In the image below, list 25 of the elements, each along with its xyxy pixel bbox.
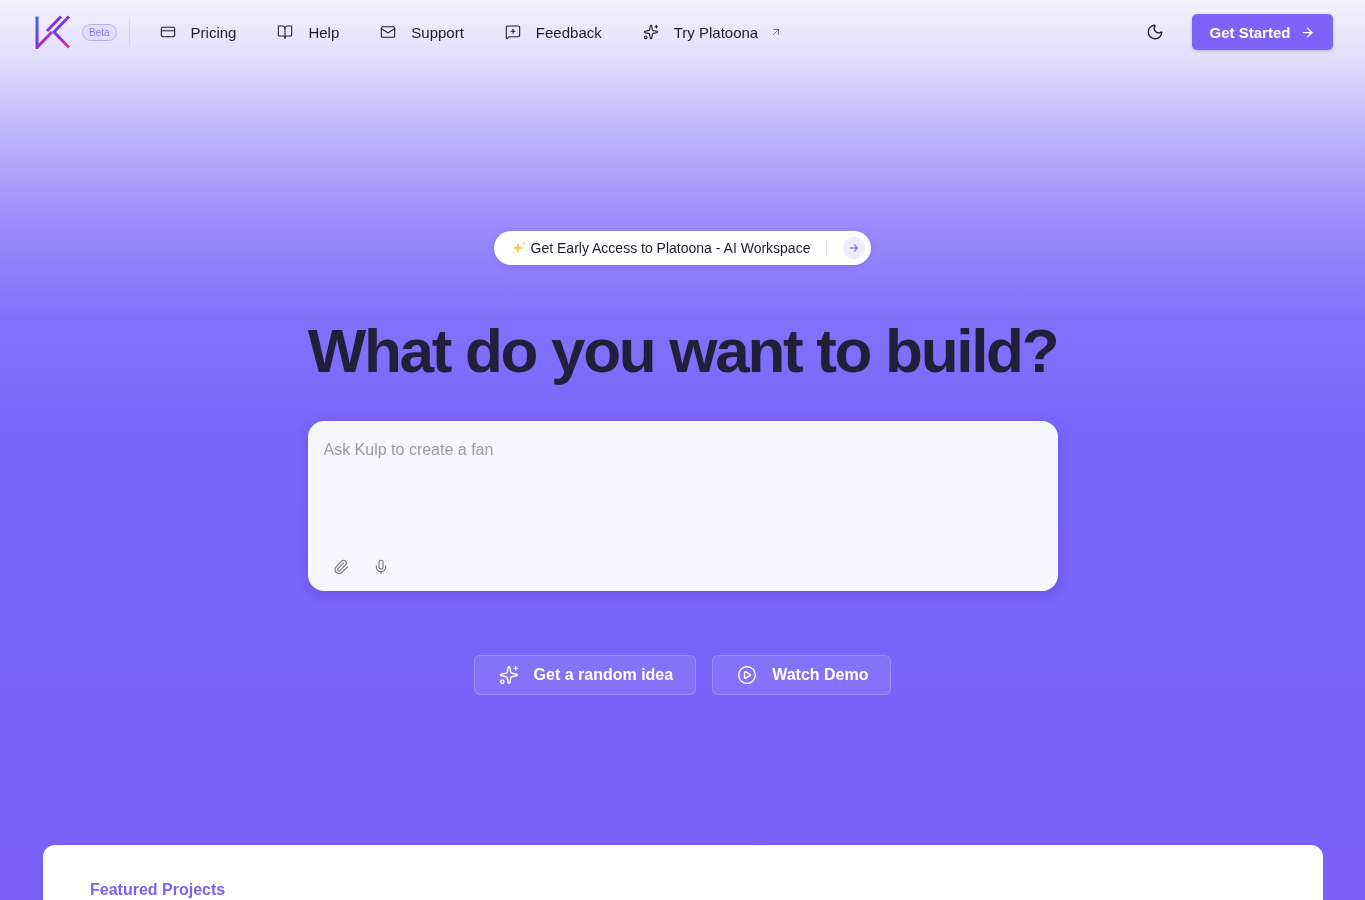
nav-link[interactable]: Help (277, 23, 340, 41)
moon-icon[interactable] (1146, 23, 1164, 41)
nav-link[interactable]: Support (380, 23, 464, 41)
book-icon (277, 24, 294, 40)
card-icon (159, 24, 176, 40)
paperclip-icon[interactable] (332, 559, 349, 575)
nav-link[interactable]: Try Platoona (642, 23, 783, 41)
play-circle-icon (737, 665, 758, 685)
nav-link[interactable]: Pricing (159, 23, 237, 41)
sparkles-icon (498, 665, 519, 685)
sparkles-icon (642, 24, 659, 40)
announcement-link[interactable]: Get Early Access to Platoona - AI Workspace (493, 231, 872, 265)
action-button[interactable]: Watch Demo (712, 655, 892, 695)
beta-badge: Beta (82, 23, 117, 41)
prompt-input[interactable]: Ask Kulp to create a fan (323, 439, 1042, 553)
arrow-right-icon (843, 237, 866, 259)
nav-link[interactable]: Feedback (504, 23, 602, 41)
hero-title: What do you want to build? (307, 315, 1058, 387)
prompt-box[interactable]: Ask Kulp to create a fan (307, 421, 1058, 591)
action-button[interactable]: Get a random idea (473, 655, 697, 695)
message-plus-icon (504, 24, 521, 40)
get-started-button[interactable]: Get Started (1192, 14, 1333, 50)
mail-icon (380, 24, 397, 40)
logo-mark (35, 15, 71, 49)
featured-title: Featured Projects (90, 880, 227, 900)
